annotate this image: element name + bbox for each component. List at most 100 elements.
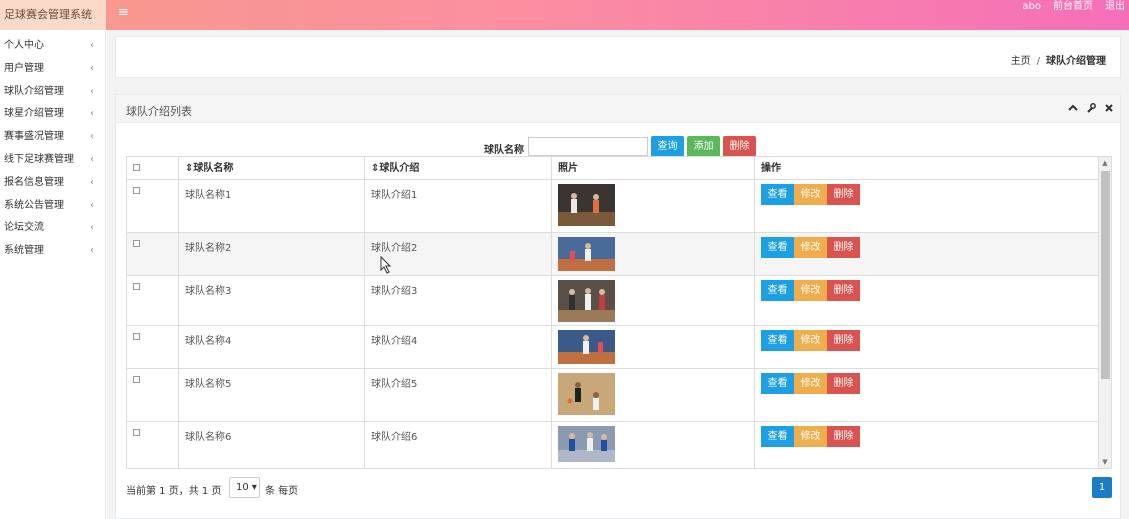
team-intro-cell: 球队介绍4 <box>365 326 552 368</box>
breadcrumb: 主页 / 球队介绍管理 <box>1011 52 1106 67</box>
edit-button[interactable]: 修改 <box>794 373 827 394</box>
username-link[interactable]: abo <box>1022 0 1041 14</box>
sidebar-item-label: 系统管理 <box>4 245 44 257</box>
row-checkbox[interactable] <box>133 376 140 383</box>
chevron-left-icon: ‹ <box>90 85 94 97</box>
table-scrollbar[interactable]: ▲ ▼ <box>1098 157 1111 468</box>
table-row: 球队名称1 球队介绍1 查看 修改 删除 <box>127 180 1099 233</box>
row-select-cell <box>127 180 179 232</box>
row-checkbox[interactable] <box>133 283 140 290</box>
operations-cell: 查看 修改 删除 <box>755 233 1099 275</box>
table-row: 球队名称4 球队介绍4 查看 修改 删除 <box>127 326 1099 369</box>
photo-cell <box>552 369 755 421</box>
sidebar-item-match-highlights[interactable]: 赛事盛况管理 ‹ <box>0 126 105 149</box>
main-content: 主页 / 球队介绍管理 球队介绍列表 球队名称 查询 添加 删除 ⇕球队名称 ⇕… <box>107 30 1129 519</box>
edit-button[interactable]: 修改 <box>794 184 827 205</box>
table-row: 球队名称5 球队介绍5 查看 修改 删除 <box>127 369 1099 422</box>
delete-button[interactable]: 删除 <box>827 280 860 301</box>
header-operations: 操作 <box>761 163 781 174</box>
view-button[interactable]: 查看 <box>761 373 794 394</box>
breadcrumb-current: 球队介绍管理 <box>1046 56 1106 67</box>
sidebar-item-announcements[interactable]: 系统公告管理 ‹ <box>0 195 105 218</box>
team-photo[interactable] <box>558 184 615 226</box>
page-size-select[interactable]: 10 ▾ <box>229 477 260 498</box>
sidebar-item-forum[interactable]: 论坛交流 ‹ <box>0 217 105 240</box>
delete-button[interactable]: 删除 <box>827 373 860 394</box>
row-checkbox[interactable] <box>133 333 140 340</box>
hamburger-icon[interactable]: ≡ <box>118 6 134 20</box>
app-title: 足球赛会管理系统 <box>0 0 106 30</box>
sidebar-item-label: 个人中心 <box>4 40 44 51</box>
sidebar-item-offline-match[interactable]: 线下足球赛管理 ‹ <box>0 149 105 172</box>
sidebar-item-personal-center[interactable]: 个人中心 ‹ <box>0 35 105 58</box>
chevron-left-icon: ‹ <box>90 245 94 257</box>
sidebar-item-label: 系统公告管理 <box>4 199 64 211</box>
team-photo[interactable] <box>558 426 615 462</box>
operations-cell: 查看 修改 删除 <box>755 369 1099 421</box>
edit-button[interactable]: 修改 <box>794 426 827 447</box>
team-photo[interactable] <box>558 373 615 415</box>
delete-button[interactable]: 删除 <box>827 184 860 205</box>
row-checkbox[interactable] <box>133 187 140 194</box>
sidebar-item-team-intro[interactable]: 球队介绍管理 ‹ <box>0 81 105 104</box>
operations-cell: 查看 修改 删除 <box>755 276 1099 325</box>
sidebar-item-registration[interactable]: 报名信息管理 ‹ <box>0 172 105 195</box>
sidebar-item-label: 报名信息管理 <box>4 176 64 188</box>
chevron-left-icon: ‹ <box>90 131 94 143</box>
breadcrumb-home[interactable]: 主页 <box>1011 56 1031 67</box>
team-photo[interactable] <box>558 280 615 322</box>
photo-cell <box>552 276 755 325</box>
view-button[interactable]: 查看 <box>761 184 794 205</box>
batch-delete-button[interactable]: 删除 <box>723 136 756 157</box>
team-name-search-input[interactable] <box>528 137 648 156</box>
row-checkbox[interactable] <box>133 240 140 247</box>
sidebar-item-user-management[interactable]: 用户管理 ‹ <box>0 58 105 81</box>
view-button[interactable]: 查看 <box>761 237 794 258</box>
edit-button[interactable]: 修改 <box>794 237 827 258</box>
breadcrumb-separator: / <box>1036 56 1040 67</box>
operations-cell: 查看 修改 删除 <box>755 180 1099 232</box>
view-button[interactable]: 查看 <box>761 426 794 447</box>
list-panel: 球队介绍列表 球队名称 查询 添加 删除 ⇕球队名称 ⇕球队介绍 照片 操作 球… <box>115 94 1121 519</box>
delete-button[interactable]: 删除 <box>827 426 860 447</box>
sidebar-item-label: 线下足球赛管理 <box>4 153 74 165</box>
view-button[interactable]: 查看 <box>761 330 794 351</box>
collapse-icon[interactable] <box>1068 103 1078 116</box>
delete-button[interactable]: 删除 <box>827 330 860 351</box>
per-page-label: 条 每页 <box>265 486 299 497</box>
team-photo[interactable] <box>558 237 615 271</box>
header-team-name[interactable]: ⇕球队名称 <box>179 157 365 180</box>
row-select-cell <box>127 276 179 325</box>
top-nav: abo 前台首页 退出 <box>1022 0 1125 14</box>
table-header: ⇕球队名称 ⇕球队介绍 照片 操作 <box>127 157 1099 180</box>
table-row: 球队名称3 球队介绍3 查看 修改 删除 <box>127 276 1099 326</box>
table-row: 球队名称2 球队介绍2 查看 修改 删除 <box>127 233 1099 276</box>
view-button[interactable]: 查看 <box>761 280 794 301</box>
row-checkbox[interactable] <box>133 429 140 436</box>
header-photo: 照片 <box>552 157 755 180</box>
page-1-button[interactable]: 1 <box>1092 477 1112 498</box>
wrench-icon[interactable] <box>1086 103 1096 116</box>
header-team-intro[interactable]: ⇕球队介绍 <box>365 157 552 180</box>
edit-button[interactable]: 修改 <box>794 280 827 301</box>
row-select-cell <box>127 326 179 368</box>
sidebar-item-system[interactable]: 系统管理 ‹ <box>0 240 105 263</box>
chevron-left-icon: ‹ <box>90 108 94 120</box>
photo-cell <box>552 233 755 275</box>
photo-cell <box>552 422 755 468</box>
front-page-link[interactable]: 前台首页 <box>1053 0 1093 14</box>
logout-link[interactable]: 退出 <box>1105 0 1125 14</box>
team-intro-cell: 球队介绍1 <box>365 180 552 232</box>
close-icon[interactable] <box>1104 103 1114 116</box>
edit-button[interactable]: 修改 <box>794 330 827 351</box>
scroll-up-icon[interactable]: ▲ <box>1099 157 1111 169</box>
scroll-down-icon[interactable]: ▼ <box>1099 456 1111 468</box>
query-button[interactable]: 查询 <box>651 136 684 157</box>
team-photo[interactable] <box>558 330 615 364</box>
scrollbar-thumb[interactable] <box>1101 171 1110 379</box>
delete-button[interactable]: 删除 <box>827 237 860 258</box>
search-label: 球队名称 <box>484 145 524 156</box>
select-all-checkbox[interactable] <box>133 164 140 171</box>
add-button[interactable]: 添加 <box>687 136 720 157</box>
sidebar-item-star-intro[interactable]: 球星介绍管理 ‹ <box>0 103 105 126</box>
